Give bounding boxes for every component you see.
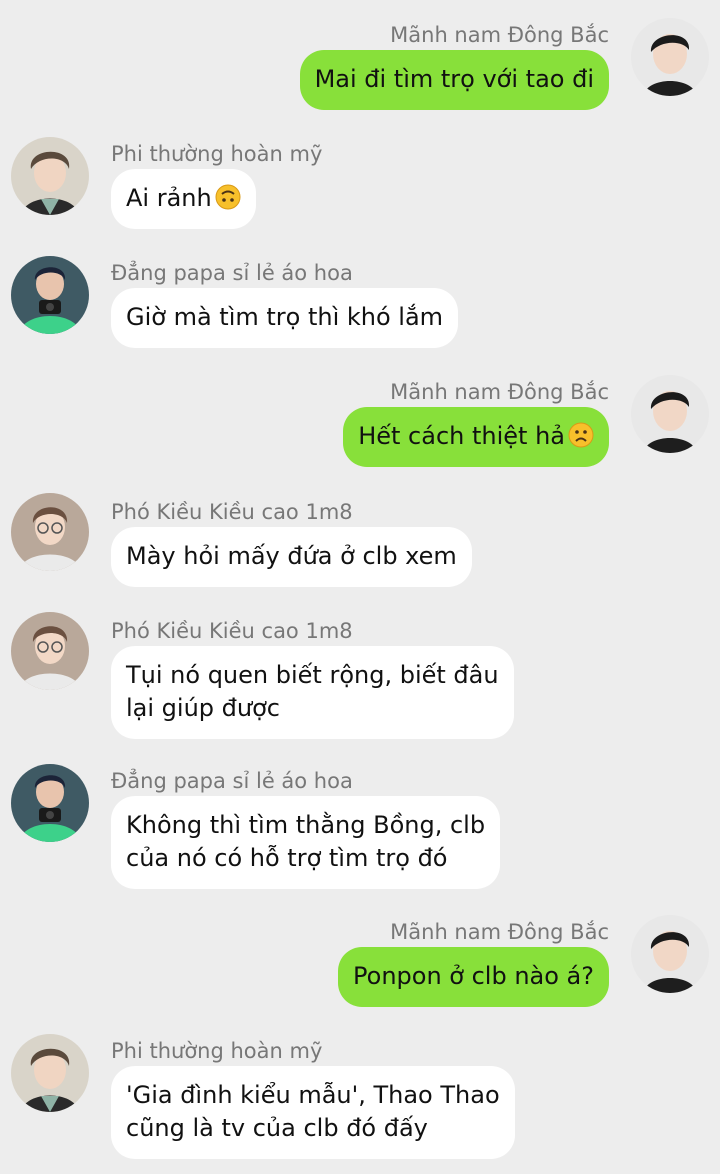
- upside-down-face-emoji-icon: [215, 184, 241, 210]
- avatar[interactable]: [11, 1034, 89, 1112]
- sender-name: Phi thường hoàn mỹ: [111, 1039, 323, 1063]
- chat-message-list[interactable]: Mãnh nam Đông Bắc Mai đi tìm trọ với tao…: [0, 0, 720, 1174]
- message-bubble[interactable]: Hết cách thiệt hả: [343, 407, 609, 467]
- sender-name: Đẳng papa sỉ lẻ áo hoa: [111, 261, 353, 285]
- message-text: Mai đi tìm trọ với tao đi: [314, 65, 594, 93]
- black-hair-man-avatar-icon: [631, 18, 709, 96]
- message-bubble[interactable]: Tụi nó quen biết rộng, biết đâu lại giúp…: [111, 646, 514, 739]
- avatar[interactable]: [631, 915, 709, 993]
- sender-name: Mãnh nam Đông Bắc: [390, 920, 609, 944]
- frowning-face-emoji-icon: [568, 422, 594, 448]
- sender-name: Phó Kiều Kiều cao 1m8: [111, 619, 353, 643]
- message-bubble[interactable]: Ai rảnh: [111, 169, 256, 229]
- glasses-man-avatar-icon: [11, 493, 89, 571]
- camera-man-avatar-icon: [11, 764, 89, 842]
- avatar[interactable]: [631, 375, 709, 453]
- message-text: Giờ mà tìm trọ thì khó lắm: [126, 303, 444, 331]
- message-text-line: lại giúp được: [126, 694, 280, 722]
- avatar[interactable]: [11, 493, 89, 571]
- sender-name: Mãnh nam Đông Bắc: [390, 380, 609, 404]
- sender-name: Phó Kiều Kiều cao 1m8: [111, 500, 353, 524]
- avatar[interactable]: [631, 18, 709, 96]
- message-text: Hết cách thiệt hả: [358, 422, 565, 450]
- sender-name: Phi thường hoàn mỹ: [111, 142, 323, 166]
- message-text-line: Không thì tìm thằng Bồng, clb: [126, 811, 486, 839]
- camera-man-avatar-icon: [11, 256, 89, 334]
- message-bubble[interactable]: Ponpon ở clb nào á?: [338, 947, 609, 1007]
- sender-name: Đẳng papa sỉ lẻ áo hoa: [111, 769, 353, 793]
- message-bubble[interactable]: Không thì tìm thằng Bồng, clb của nó có …: [111, 796, 501, 889]
- message-bubble[interactable]: Giờ mà tìm trọ thì khó lắm: [111, 288, 459, 348]
- avatar[interactable]: [11, 137, 89, 215]
- message-text-line: Tụi nó quen biết rộng, biết đâu: [126, 661, 499, 689]
- black-hair-man-avatar-icon: [631, 375, 709, 453]
- message-text-line: của nó có hỗ trợ tìm trọ đó: [126, 844, 448, 872]
- message-text: Mày hỏi mấy đứa ở clb xem: [126, 542, 457, 570]
- black-hair-man-avatar-icon: [631, 915, 709, 993]
- message-text: Ponpon ở clb nào á?: [353, 962, 594, 990]
- message-text-line: 'Gia đình kiểu mẫu', Thao Thao: [126, 1081, 500, 1109]
- message-text: Ai rảnh: [126, 184, 212, 212]
- glasses-man-avatar-icon: [11, 612, 89, 690]
- sender-name: Mãnh nam Đông Bắc: [390, 23, 609, 47]
- avatar[interactable]: [11, 764, 89, 842]
- avatar[interactable]: [11, 612, 89, 690]
- curly-hair-man-avatar-icon: [11, 1034, 89, 1112]
- message-bubble[interactable]: Mai đi tìm trọ với tao đi: [299, 50, 609, 110]
- message-bubble[interactable]: Mày hỏi mấy đứa ở clb xem: [111, 527, 472, 587]
- message-text-line: cũng là tv của clb đó đấy: [126, 1114, 428, 1142]
- avatar[interactable]: [11, 256, 89, 334]
- message-bubble[interactable]: 'Gia đình kiểu mẫu', Thao Thao cũng là t…: [111, 1066, 515, 1159]
- curly-hair-man-avatar-icon: [11, 137, 89, 215]
